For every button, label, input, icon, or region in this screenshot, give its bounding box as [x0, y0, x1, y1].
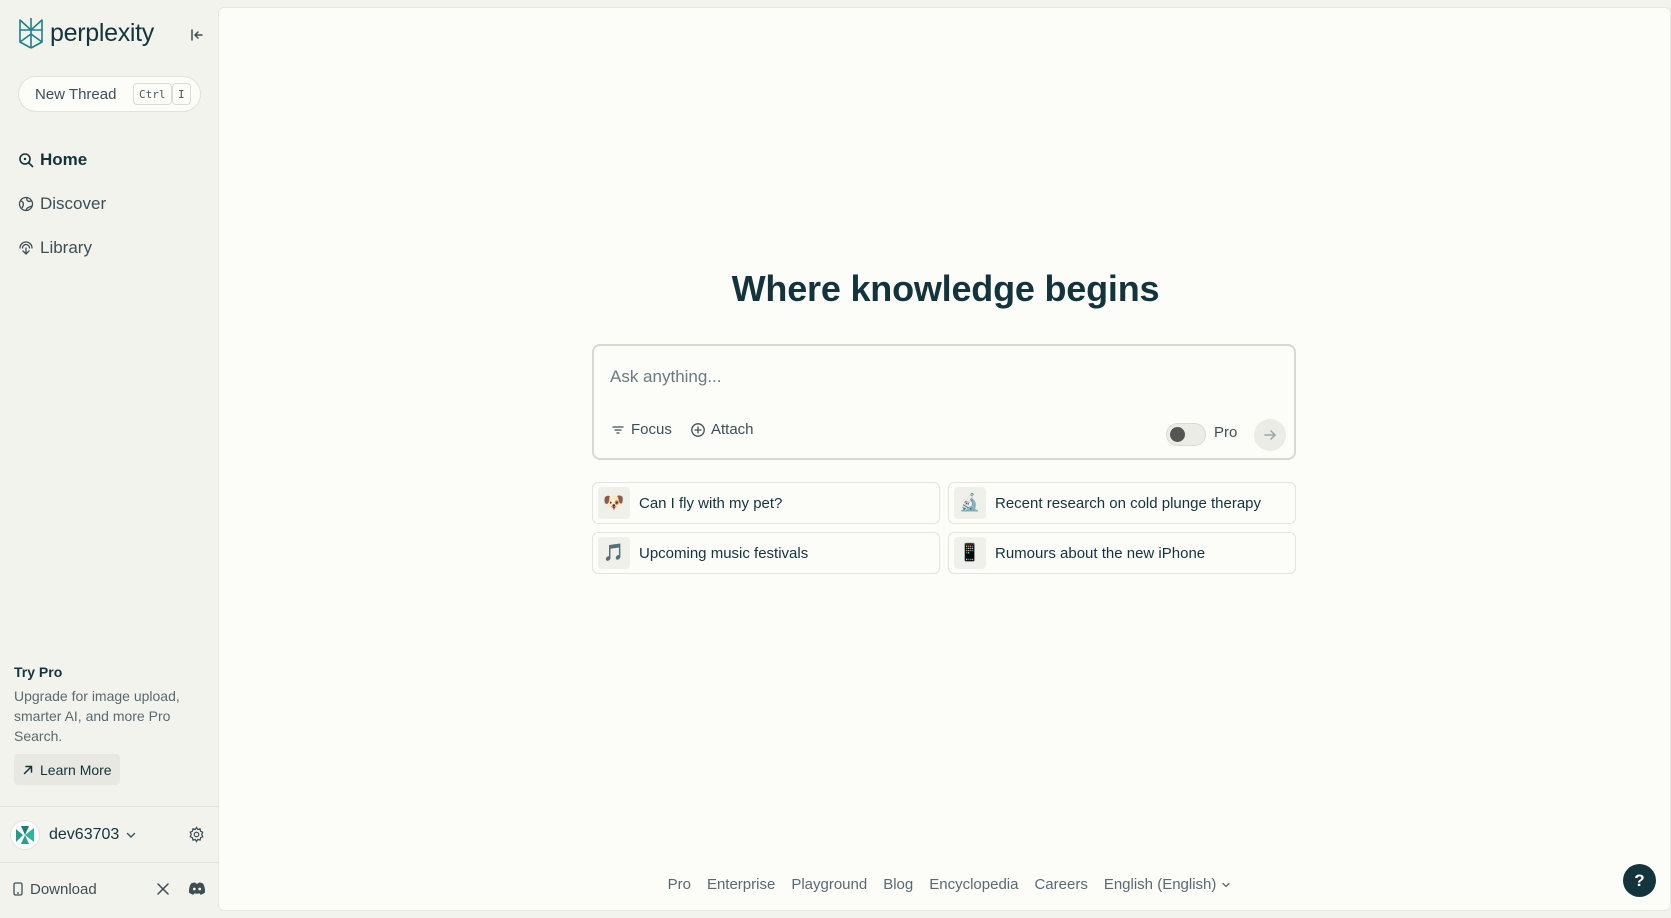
try-pro-panel: Try Pro Upgrade for image upload, smarte… — [14, 664, 204, 785]
suggestion-item[interactable]: 🎵 Upcoming music festivals — [592, 532, 940, 574]
sidebar-item-home[interactable]: Home — [18, 138, 106, 182]
suggestion-label: Recent research on cold plunge therapy — [995, 494, 1262, 512]
sidebar: perplexity New Thread Ctrl I Home Discov… — [0, 0, 218, 918]
username[interactable]: dev63703 — [49, 826, 119, 844]
suggestion-label: Can I fly with my pet? — [639, 494, 783, 512]
sidebar-item-label: Library — [40, 238, 92, 257]
discord-icon[interactable] — [188, 881, 206, 896]
avatar[interactable] — [10, 820, 40, 850]
suggestion-item[interactable]: 📱 Rumours about the new iPhone — [948, 532, 1296, 574]
search-box: Focus Attach Pro — [592, 344, 1296, 460]
sidebar-footer: Download — [12, 874, 208, 904]
suggestion-item[interactable]: 🐶 Can I fly with my pet? — [592, 482, 940, 524]
divider — [0, 862, 218, 863]
help-button[interactable]: ? — [1623, 864, 1656, 897]
footer-link-playground[interactable]: Playground — [791, 876, 867, 893]
logo[interactable]: perplexity — [16, 16, 154, 50]
device-icon — [13, 882, 23, 896]
app-window: perplexity New Thread Ctrl I Home Discov… — [0, 0, 1671, 918]
pro-label: Pro — [1214, 424, 1238, 441]
avatar-icon — [16, 826, 34, 844]
footer: Pro Enterprise Playground Blog Encyclope… — [219, 876, 1671, 893]
perplexity-logo-icon — [19, 18, 43, 49]
collapse-sidebar-icon[interactable] — [186, 24, 208, 46]
shortcut-key-ctrl: Ctrl — [133, 83, 172, 105]
language-label: English (English) — [1103, 876, 1217, 893]
focus-button[interactable]: Focus — [610, 421, 672, 438]
suggestion-label: Upcoming music festivals — [639, 544, 809, 562]
shortcut-key-i: I — [172, 83, 191, 105]
microscope-icon: 🔬 — [954, 487, 986, 519]
toggle-knob — [1170, 427, 1185, 442]
submit-button[interactable] — [1254, 419, 1286, 451]
main-panel: Where knowledge begins Focus Attach Pro — [218, 7, 1671, 911]
search-icon — [19, 153, 34, 168]
sidebar-nav: Home Discover Library — [18, 138, 106, 270]
new-thread-label: New Thread — [35, 85, 117, 103]
user-menu[interactable]: dev63703 — [10, 818, 208, 852]
attach-label: Attach — [711, 421, 754, 438]
page-title: Where knowledge begins — [731, 268, 1160, 309]
arrow-up-right-icon — [23, 765, 33, 774]
footer-link-careers[interactable]: Careers — [1034, 876, 1087, 893]
music-note-icon: 🎵 — [598, 537, 630, 569]
arrow-right-icon — [1264, 430, 1277, 440]
logo-text: perplexity — [50, 18, 154, 47]
sidebar-item-label: Home — [40, 150, 88, 169]
divider — [0, 806, 218, 807]
sidebar-item-label: Discover — [40, 194, 107, 213]
footer-link-pro[interactable]: Pro — [668, 876, 691, 893]
plus-circle-icon — [691, 422, 705, 437]
suggestion-item[interactable]: 🔬 Recent research on cold plunge therapy — [948, 482, 1296, 524]
attach-button[interactable]: Attach — [690, 421, 754, 438]
sidebar-item-library[interactable]: Library — [18, 226, 106, 270]
footer-link-blog[interactable]: Blog — [883, 876, 913, 893]
phone-icon: 📱 — [954, 537, 986, 569]
pro-toggle[interactable] — [1166, 423, 1206, 446]
learn-more-button[interactable]: Learn More — [14, 754, 120, 785]
focus-label: Focus — [631, 421, 672, 438]
learn-more-label: Learn More — [40, 761, 112, 778]
filter-icon — [612, 425, 624, 434]
suggestion-label: Rumours about the new iPhone — [995, 544, 1206, 562]
globe-icon — [18, 196, 34, 212]
language-selector[interactable]: English (English) — [1104, 876, 1232, 893]
new-thread-button[interactable]: New Thread Ctrl I — [18, 76, 201, 112]
x-twitter-icon[interactable] — [156, 882, 170, 896]
search-input[interactable] — [610, 362, 1270, 392]
footer-link-encyclopedia[interactable]: Encyclopedia — [929, 876, 1018, 893]
footer-link-enterprise[interactable]: Enterprise — [707, 876, 775, 893]
chevron-down-icon[interactable] — [125, 829, 137, 841]
download-link[interactable]: Download — [30, 881, 97, 898]
sidebar-item-discover[interactable]: Discover — [18, 182, 106, 226]
gear-icon[interactable] — [188, 826, 205, 843]
chevron-down-icon — [1222, 882, 1231, 887]
try-pro-description: Upgrade for image upload, smarter AI, an… — [14, 688, 180, 744]
try-pro-title: Try Pro — [14, 664, 63, 680]
library-icon — [19, 241, 33, 255]
dog-icon: 🐶 — [598, 487, 630, 519]
